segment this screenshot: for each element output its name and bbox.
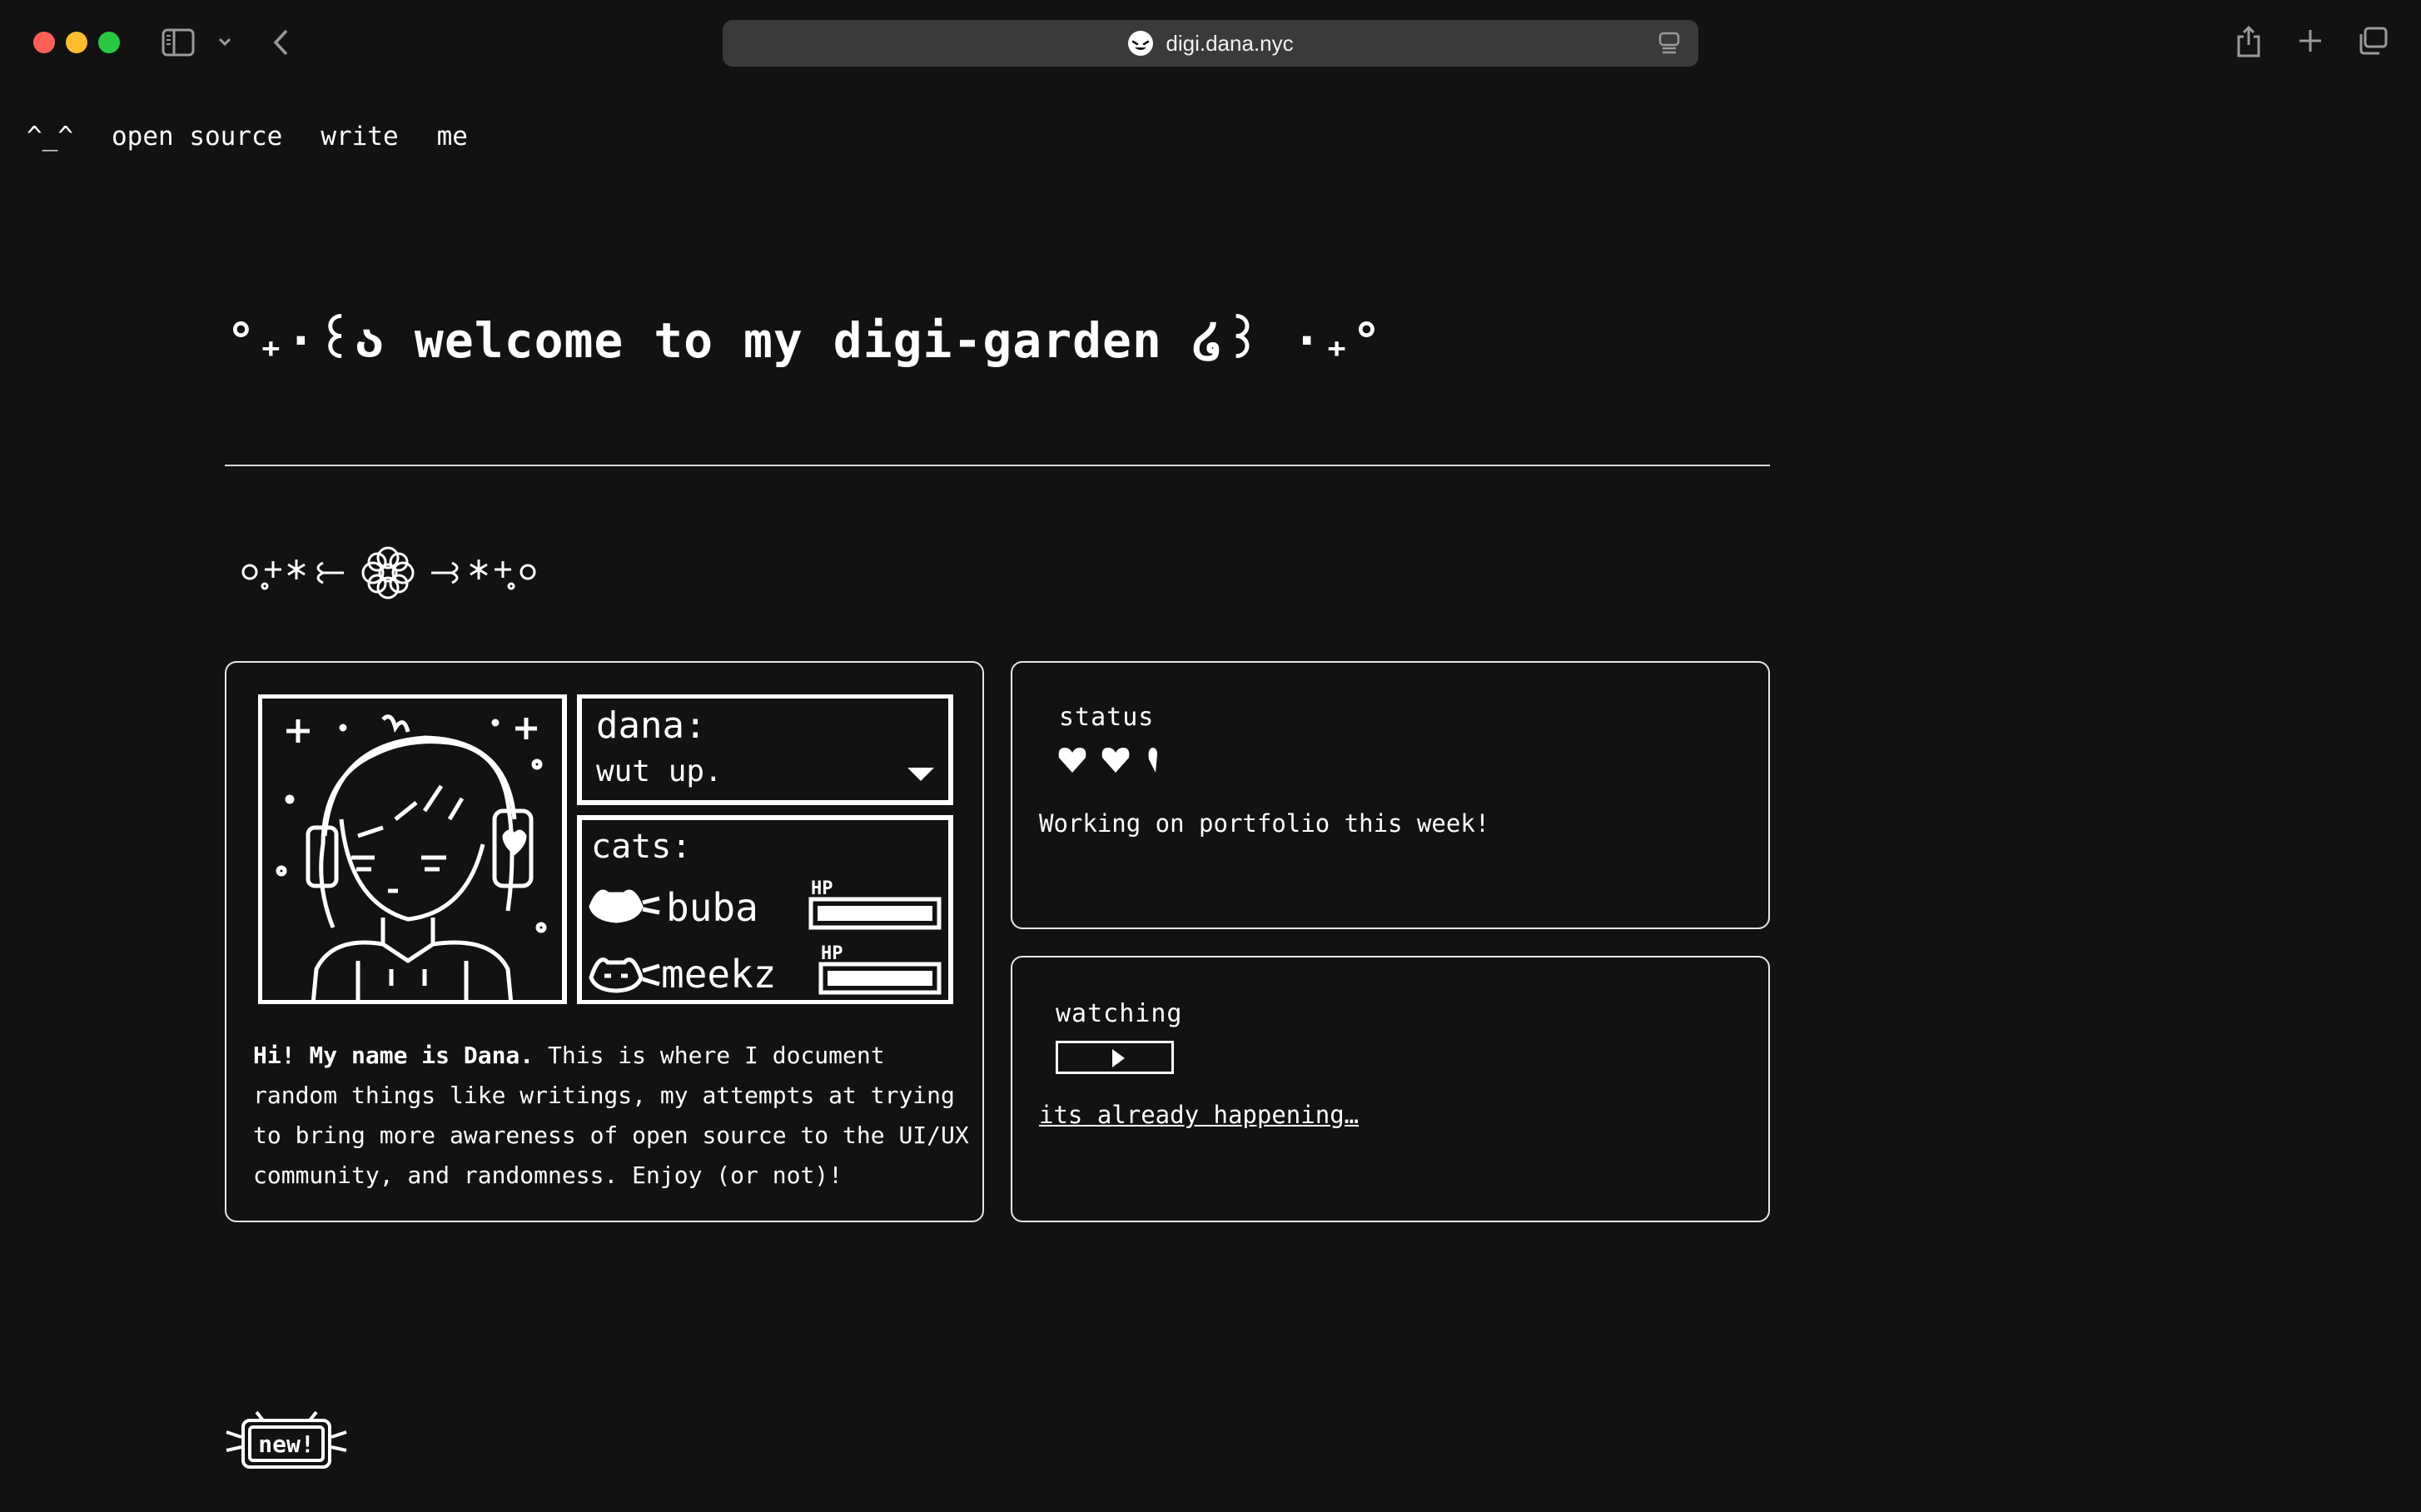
status-text: Working on portfolio this week!	[1039, 809, 1490, 838]
nav-open-source-link[interactable]: open source	[112, 122, 282, 152]
address-bar[interactable]: digi.dana.nyc	[723, 20, 1698, 67]
new-badge-icon[interactable]: new!	[223, 1407, 350, 1474]
cat-name-buba: buba	[666, 885, 758, 930]
bio-text: Hi! My name is Dana. This is where I doc…	[253, 1036, 969, 1196]
tabs-overview-icon[interactable]	[2358, 27, 2388, 55]
share-icon[interactable]	[2236, 25, 2261, 58]
sidebar-icon[interactable]	[162, 28, 195, 57]
minimize-window-button[interactable]	[66, 32, 87, 53]
cats-label: cats:	[591, 828, 691, 866]
divider	[225, 465, 1770, 466]
hp-label-meekz: HP	[821, 943, 843, 964]
flower-decoration-icon	[241, 546, 536, 599]
status-card: status Working on portfolio this week!	[1011, 661, 1770, 929]
heart-icon	[1101, 748, 1130, 773]
back-icon[interactable]	[271, 28, 290, 57]
watching-card: watching its already happening…	[1011, 956, 1770, 1222]
browser-window: digi.dana.nyc ^_^ open source write me °…	[0, 0, 2421, 1512]
heart-icon	[1148, 748, 1157, 773]
dialog-arrow-icon	[907, 768, 934, 781]
watching-link[interactable]: its already happening…	[1039, 1101, 1359, 1129]
bio-intro: Hi! My name is Dana.	[253, 1042, 534, 1069]
hp-fill-meekz	[828, 971, 932, 986]
site-favicon-icon	[1128, 31, 1154, 56]
hearts-meter	[1058, 748, 1157, 773]
page-title: °₊·꒰ა welcome to my digi-garden ໒꒱ ·₊°	[226, 312, 1382, 369]
profile-illustration: dana: wut up. cats: buba HP meekz HP	[258, 694, 953, 1004]
reader-icon[interactable]	[1658, 32, 1680, 55]
dialog-name: dana:	[596, 704, 706, 747]
play-button[interactable]	[1056, 1041, 1174, 1074]
cat-buba-icon	[589, 889, 660, 923]
chevron-down-icon[interactable]	[218, 37, 231, 47]
heart-icon	[1058, 748, 1086, 773]
browser-toolbar: digi.dana.nyc	[0, 0, 2421, 87]
url-text: digi.dana.nyc	[1166, 30, 1294, 56]
cat-meekz-icon	[589, 957, 660, 993]
play-icon	[1112, 1049, 1125, 1067]
new-badge-label: new!	[258, 1430, 314, 1458]
status-label: status	[1059, 703, 1155, 732]
cat-name-meekz: meekz	[661, 952, 776, 997]
site-nav: ^_^ open source write me	[27, 122, 468, 152]
watching-label: watching	[1056, 999, 1183, 1028]
hp-fill-buba	[818, 906, 932, 921]
new-tab-icon[interactable]	[2298, 28, 2323, 53]
portrait-girl-with-headphones-icon	[276, 714, 547, 1004]
nav-me-link[interactable]: me	[437, 122, 468, 152]
close-window-button[interactable]	[33, 32, 55, 53]
nav-write-link[interactable]: write	[321, 122, 398, 152]
nav-home-link[interactable]: ^_^	[27, 122, 73, 152]
dialog-text: wut up.	[596, 754, 723, 788]
profile-card: dana: wut up. cats: buba HP meekz HP Hi!…	[225, 661, 984, 1222]
hp-label-buba: HP	[811, 878, 833, 899]
zoom-window-button[interactable]	[98, 32, 120, 53]
